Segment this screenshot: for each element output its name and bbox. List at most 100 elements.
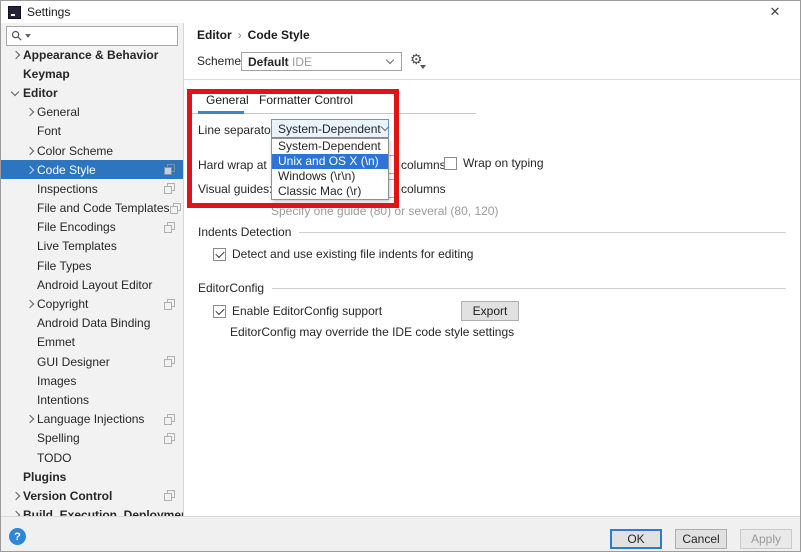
scheme-select[interactable]: Default IDE (241, 52, 402, 71)
sidebar-item-build-execution-deployment[interactable]: Build, Execution, Deployment (1, 506, 183, 517)
sidebar-item-label: Images (37, 374, 76, 388)
settings-window: Settings ✕ Appearance & BehaviorKeymapEd… (0, 0, 801, 552)
sidebar-item-label: File Encodings (37, 220, 116, 234)
sidebar-item-gui-designer[interactable]: GUI Designer (1, 352, 183, 371)
override-settings-icon (164, 299, 175, 310)
chevron-right-icon[interactable] (9, 489, 23, 503)
sidebar-item-language-injections[interactable]: Language Injections (1, 410, 183, 429)
dropdown-option-windows-r-n[interactable]: Windows (\r\n) (272, 169, 388, 184)
search-filter-caret-icon[interactable] (25, 34, 31, 38)
sidebar-item-general[interactable]: General (1, 103, 183, 122)
sidebar-item-todo[interactable]: TODO (1, 448, 183, 467)
dropdown-option-classic-mac-r[interactable]: Classic Mac (\r) (272, 184, 388, 199)
sidebar-item-android-data-binding[interactable]: Android Data Binding (1, 314, 183, 333)
search-input[interactable] (6, 26, 178, 46)
sidebar-item-intentions[interactable]: Intentions (1, 390, 183, 409)
sidebar-item-label: Plugins (23, 470, 66, 484)
sidebar-item-spelling[interactable]: Spelling (1, 429, 183, 448)
sidebar-item-label: Language Injections (37, 412, 144, 426)
sidebar-item-label: Intentions (37, 393, 89, 407)
sidebar-item-keymap[interactable]: Keymap (1, 64, 183, 83)
indents-detection-section: Indents Detection (198, 225, 786, 239)
dropdown-option-unix-and-os-x-n[interactable]: Unix and OS X (\n) (272, 154, 388, 169)
line-separator-select[interactable]: System-Dependent (271, 119, 389, 138)
sidebar-item-copyright[interactable]: Copyright (1, 294, 183, 313)
chevron-right-icon[interactable] (9, 508, 23, 516)
active-tab-underline (198, 111, 244, 114)
detect-indents-checkbox[interactable] (213, 248, 226, 261)
chevron-right-icon[interactable] (23, 163, 37, 177)
sidebar-item-inspections[interactable]: Inspections (1, 179, 183, 198)
breadcrumb-editor[interactable]: Editor (197, 28, 232, 42)
visual-guides-hint: Specify one guide (80) or several (80, 1… (271, 204, 498, 218)
chevron-right-icon[interactable] (23, 144, 37, 158)
hard-wrap-label: Hard wrap at (198, 158, 267, 172)
sidebar-item-live-templates[interactable]: Live Templates (1, 237, 183, 256)
chevron-spacer (9, 470, 23, 484)
sidebar-item-emmet[interactable]: Emmet (1, 333, 183, 352)
sidebar-item-label: TODO (37, 451, 71, 465)
chevron-spacer (23, 393, 37, 407)
wrap-on-typing-label: Wrap on typing (463, 156, 544, 170)
sidebar-item-plugins[interactable]: Plugins (1, 467, 183, 486)
close-icon[interactable]: ✕ (760, 1, 790, 23)
breadcrumb: Editor›Code Style (197, 28, 310, 42)
tab-general[interactable]: General (206, 93, 249, 107)
cancel-button[interactable]: Cancel (675, 529, 727, 549)
scheme-value-suffix: IDE (292, 55, 312, 69)
tab-formatter-control[interactable]: Formatter Control (259, 93, 353, 107)
title-bar: Settings ✕ (1, 1, 800, 23)
editorconfig-title: EditorConfig (198, 281, 264, 295)
section-rule (299, 232, 786, 233)
wrap-on-typing-checkbox[interactable] (444, 157, 457, 170)
section-rule (272, 288, 786, 289)
export-button[interactable]: Export (461, 301, 519, 321)
ok-button[interactable]: OK (610, 529, 662, 549)
sidebar-item-images[interactable]: Images (1, 371, 183, 390)
sidebar-item-android-layout-editor[interactable]: Android Layout Editor (1, 275, 183, 294)
sidebar-item-editor[interactable]: Editor (1, 83, 183, 102)
code-style-panel: Editor›Code Style Scheme: Default IDE ⚙ … (184, 23, 800, 516)
sidebar-item-label: Emmet (37, 335, 75, 349)
chevron-spacer (23, 182, 37, 196)
chevron-right-icon[interactable] (23, 105, 37, 119)
sidebar-item-label: Editor (23, 86, 58, 100)
detect-indents-row[interactable]: Detect and use existing file indents for… (213, 247, 473, 261)
scheme-value: Default (248, 55, 289, 69)
chevron-right-icon[interactable] (9, 48, 23, 62)
settings-tree: Appearance & BehaviorKeymap Editor General… (1, 45, 183, 516)
chevron-down-icon[interactable] (9, 86, 23, 100)
app-icon (8, 6, 21, 19)
sidebar-item-file-and-code-templates[interactable]: File and Code Templates (1, 199, 183, 218)
sidebar-item-appearance-behavior[interactable]: Appearance & Behavior (1, 45, 183, 64)
scheme-actions-button[interactable]: ⚙ (410, 52, 423, 67)
sidebar-item-label: Color Scheme (37, 144, 113, 158)
sidebar-item-label: Spelling (37, 431, 80, 445)
sidebar-item-file-encodings[interactable]: File Encodings (1, 218, 183, 237)
enable-editorconfig-row[interactable]: Enable EditorConfig support (213, 304, 382, 318)
dropdown-option-system-dependent[interactable]: System-Dependent (272, 139, 388, 154)
sidebar-item-label: Android Layout Editor (37, 278, 152, 292)
chevron-spacer (23, 355, 37, 369)
override-settings-icon (164, 183, 175, 194)
chevron-spacer (23, 335, 37, 349)
sidebar-item-label: Version Control (23, 489, 112, 503)
sidebar-item-file-types[interactable]: File Types (1, 256, 183, 275)
detect-indents-label: Detect and use existing file indents for… (232, 247, 473, 261)
wrap-on-typing-row[interactable]: Wrap on typing (444, 156, 544, 170)
override-settings-icon (164, 222, 175, 233)
chevron-spacer (23, 431, 37, 445)
chevron-spacer (23, 451, 37, 465)
enable-editorconfig-checkbox[interactable] (213, 305, 226, 318)
dialog-footer: ? OK Cancel Apply (1, 516, 800, 551)
sidebar-item-label: GUI Designer (37, 355, 110, 369)
sidebar-item-color-scheme[interactable]: Color Scheme (1, 141, 183, 160)
chevron-right-icon[interactable] (23, 412, 37, 426)
help-icon[interactable]: ? (9, 528, 26, 545)
chevron-right-icon[interactable] (23, 297, 37, 311)
settings-sidebar: Appearance & BehaviorKeymap Editor General… (1, 23, 184, 516)
sidebar-item-version-control[interactable]: Version Control (1, 486, 183, 505)
sidebar-item-font[interactable]: Font (1, 122, 183, 141)
scheme-label: Scheme: (197, 54, 244, 68)
sidebar-item-code-style[interactable]: Code Style (1, 160, 183, 179)
